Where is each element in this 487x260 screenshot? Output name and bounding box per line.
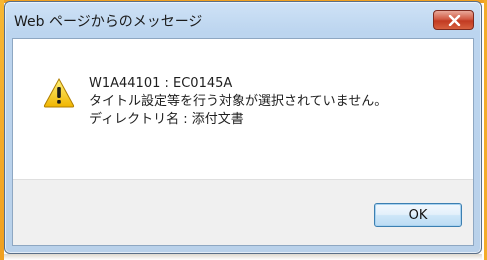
dialog-content: W1A44101 : EC0145A タイトル設定等を行う対象が選択されていませ… (12, 38, 474, 246)
error-description: タイトル設定等を行う対象が選択されていません。 (89, 94, 388, 109)
directory-name: ディレクトリ名 : 添付文書 (89, 112, 244, 127)
error-code: W1A44101 : EC0145A (89, 76, 233, 91)
close-icon (448, 15, 461, 26)
message-text: W1A44101 : EC0145A タイトル設定等を行う対象が選択されていませ… (89, 75, 387, 129)
dialog-title: Web ページからのメッセージ (14, 14, 203, 30)
close-button[interactable] (433, 10, 474, 30)
screen: Web ページからのメッセージ W1A44101: EC0145A タイトル設… (0, 0, 487, 260)
message-area: W1A44101 : EC0145A タイトル設定等を行う対象が選択されていませ… (13, 39, 473, 179)
ok-button[interactable]: OK (374, 203, 462, 227)
dialog-shadow (4, 254, 482, 260)
button-area: OK (13, 179, 473, 245)
message-dialog: Web ページからのメッセージ W1A44101: EC0145A タイトル設… (4, 1, 482, 254)
warning-icon (43, 77, 75, 108)
title-bar[interactable]: Web ページからのメッセージ (5, 2, 481, 38)
